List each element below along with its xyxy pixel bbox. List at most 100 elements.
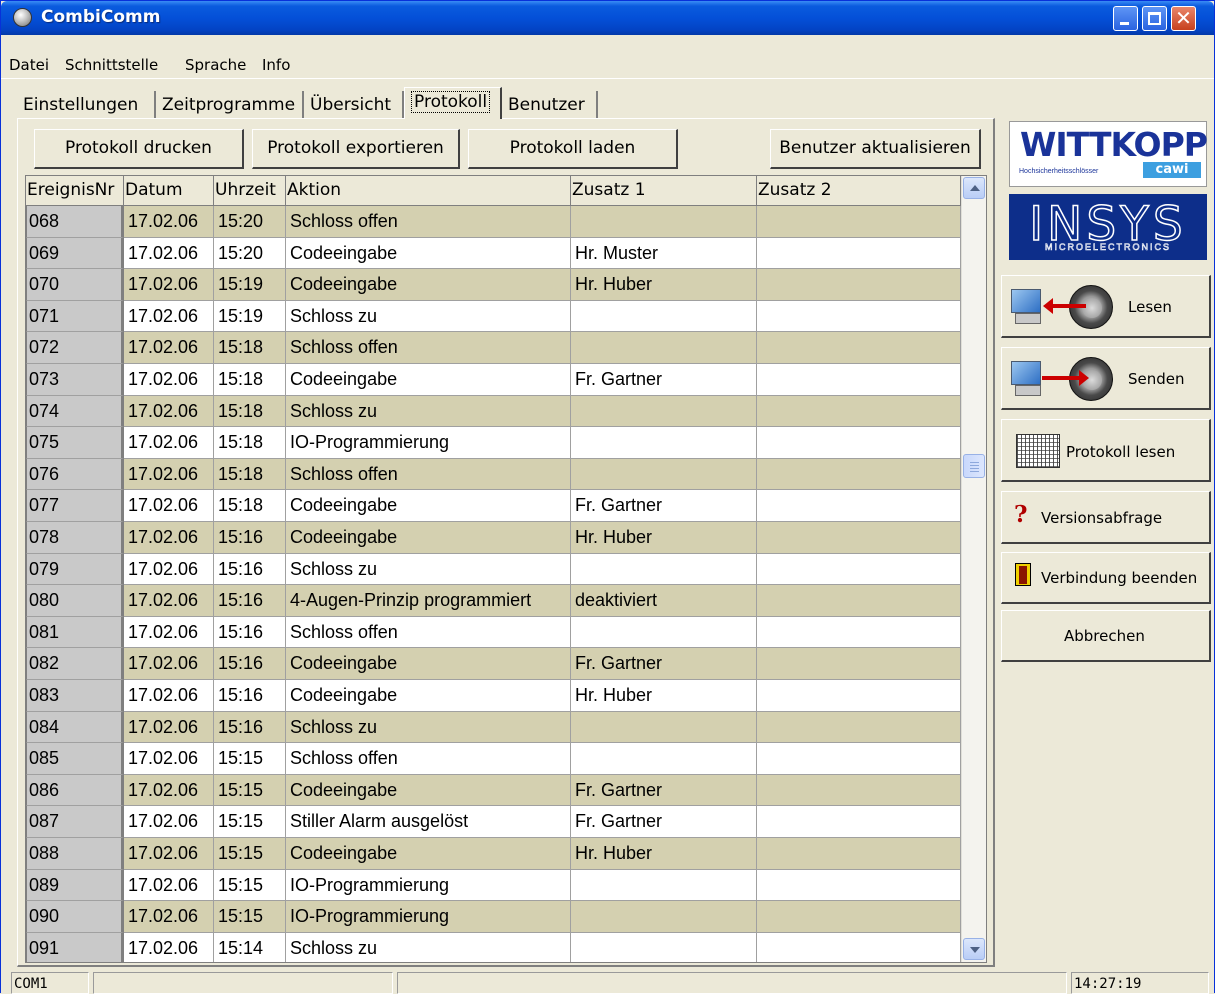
menu-info[interactable]: Info (262, 56, 290, 74)
scroll-thumb[interactable] (963, 454, 985, 478)
table-row[interactable]: 091 17.02.06 15:14 Schloss zu (26, 932, 961, 962)
lesen-label: Lesen (1128, 298, 1172, 316)
verbindung-beenden-button[interactable]: Verbindung beenden (1001, 552, 1211, 604)
cell-uhrzeit: 15:16 (214, 553, 286, 586)
col-header-uhrzeit[interactable]: Uhrzeit (214, 176, 286, 206)
tab-uebersicht[interactable]: Übersicht (304, 91, 404, 119)
menu-schnittstelle[interactable]: Schnittstelle (65, 56, 158, 74)
table-row[interactable]: 089 17.02.06 15:15 IO-Programmierung (26, 869, 961, 902)
cell-zusatz2 (757, 237, 961, 270)
table-row[interactable]: 079 17.02.06 15:16 Schloss zu (26, 553, 961, 586)
table-row[interactable]: 080 17.02.06 15:16 4-Augen-Prinzip programm… (26, 585, 961, 617)
protokoll-laden-button[interactable]: Protokoll laden (468, 129, 678, 169)
cell-datum: 17.02.06 (124, 395, 214, 428)
status-port: COM1 (11, 972, 89, 994)
cell-zusatz2 (757, 427, 961, 459)
table-row[interactable]: 087 17.02.06 15:15 Stiller Alarm ausgelöst F… (26, 806, 961, 838)
protokoll-lesen-button[interactable]: Protokoll lesen (1001, 419, 1211, 482)
cell-ereignisnr: 072 (26, 332, 124, 364)
scroll-down-button[interactable] (963, 938, 985, 960)
col-header-aktion[interactable]: Aktion (286, 176, 571, 206)
menu-sprache[interactable]: Sprache (185, 56, 246, 74)
senden-button[interactable]: Senden (1001, 347, 1211, 410)
col-header-zusatz1[interactable]: Zusatz 1 (571, 176, 757, 206)
cell-zusatz2 (757, 395, 961, 428)
table-row[interactable]: 071 17.02.06 15:19 Schloss zu (26, 300, 961, 333)
table-row[interactable]: 076 17.02.06 15:18 Schloss offen (26, 458, 961, 491)
table-row[interactable]: 082 17.02.06 15:16 Codeeingabe Fr. Gartner (26, 648, 961, 680)
computer-icon (1011, 289, 1045, 325)
menu-datei[interactable]: Datei (9, 56, 49, 74)
table-header: EreignisNr Datum Uhrzeit Aktion Zusatz 1… (26, 176, 961, 206)
tab-zeitprogramme[interactable]: Zeitprogramme (156, 91, 304, 119)
cell-uhrzeit: 15:18 (214, 364, 286, 396)
cell-ereignisnr: 083 (26, 680, 124, 712)
table-row[interactable]: 086 17.02.06 15:15 Codeeingabe Fr. Gartner (26, 774, 961, 807)
vertical-scrollbar[interactable] (961, 176, 986, 962)
cell-datum: 17.02.06 (124, 553, 214, 586)
cell-uhrzeit: 15:16 (214, 680, 286, 712)
cell-ereignisnr: 076 (26, 458, 124, 491)
close-button[interactable]: ✕ (1171, 6, 1196, 31)
table-row[interactable]: 074 17.02.06 15:18 Schloss zu (26, 395, 961, 428)
table-row[interactable]: 081 17.02.06 15:16 Schloss offen (26, 616, 961, 649)
lesen-button[interactable]: Lesen (1001, 275, 1211, 338)
wittkopp-logo: WITTKOPP Hochsicherheitsschlösser cawi (1009, 121, 1208, 187)
table-row[interactable]: 075 17.02.06 15:18 IO-Programmierung (26, 427, 961, 459)
col-header-zusatz2[interactable]: Zusatz 2 (757, 176, 961, 206)
table-row[interactable]: 068 17.02.06 15:20 Schloss offen (26, 206, 961, 238)
cell-zusatz1 (571, 743, 757, 775)
minimize-button[interactable] (1113, 6, 1138, 31)
cell-zusatz2 (757, 364, 961, 396)
table-row[interactable]: 090 17.02.06 15:15 IO-Programmierung (26, 901, 961, 933)
cell-datum: 17.02.06 (124, 869, 214, 902)
table-row[interactable]: 073 17.02.06 15:18 Codeeingabe Fr. Gartner (26, 364, 961, 396)
log-table-icon (1016, 434, 1060, 468)
cell-aktion: IO-Programmierung (286, 901, 571, 933)
cell-aktion: Schloss zu (286, 711, 571, 744)
col-header-ereignisnr[interactable]: EreignisNr (26, 176, 124, 206)
benutzer-aktualisieren-button[interactable]: Benutzer aktualisieren (770, 129, 981, 169)
title-bar[interactable]: CombiComm ✕ (1, 1, 1214, 35)
tab-einstellungen[interactable]: Einstellungen (17, 91, 156, 119)
tab-benutzer[interactable]: Benutzer (502, 91, 598, 119)
cell-zusatz2 (757, 869, 961, 902)
cell-ereignisnr: 077 (26, 490, 124, 522)
cell-zusatz1: Fr. Gartner (571, 490, 757, 522)
scroll-up-button[interactable] (963, 177, 985, 199)
protokoll-exportieren-button[interactable]: Protokoll exportieren (252, 129, 460, 169)
maximize-icon (1148, 12, 1161, 25)
versionsabfrage-button[interactable]: ? Versionsabfrage (1001, 491, 1211, 544)
table-row[interactable]: 069 17.02.06 15:20 Codeeingabe Hr. Muster (26, 237, 961, 270)
abbrechen-button[interactable]: Abbrechen (1001, 610, 1211, 662)
table-row[interactable]: 070 17.02.06 15:19 Codeeingabe Hr. Huber (26, 269, 961, 301)
cell-datum: 17.02.06 (124, 206, 214, 238)
table-row[interactable]: 085 17.02.06 15:15 Schloss offen (26, 743, 961, 775)
cell-aktion: IO-Programmierung (286, 869, 571, 902)
table-row[interactable]: 072 17.02.06 15:18 Schloss offen (26, 332, 961, 364)
cell-datum: 17.02.06 (124, 427, 214, 459)
protokoll-drucken-button[interactable]: Protokoll drucken (34, 129, 244, 169)
tab-protokoll[interactable]: Protokoll (404, 87, 502, 119)
cell-ereignisnr: 070 (26, 269, 124, 301)
table-row[interactable]: 078 17.02.06 15:16 Codeeingabe Hr. Huber (26, 522, 961, 554)
table-row[interactable]: 083 17.02.06 15:16 Codeeingabe Hr. Huber (26, 680, 961, 712)
cell-zusatz1: Hr. Huber (571, 680, 757, 712)
chevron-up-icon (970, 185, 980, 191)
cell-zusatz1 (571, 711, 757, 744)
table-row[interactable]: 084 17.02.06 15:16 Schloss zu (26, 711, 961, 744)
table-row[interactable]: 077 17.02.06 15:18 Codeeingabe Fr. Gartner (26, 490, 961, 522)
col-header-datum[interactable]: Datum (124, 176, 214, 206)
cell-zusatz1 (571, 932, 757, 962)
cell-aktion: Schloss offen (286, 206, 571, 238)
table-row[interactable]: 088 17.02.06 15:15 Codeeingabe Hr. Huber (26, 838, 961, 870)
cell-uhrzeit: 15:20 (214, 237, 286, 270)
maximize-button[interactable] (1142, 6, 1167, 31)
status-panel-3 (397, 972, 1067, 994)
protokoll-table[interactable]: EreignisNr Datum Uhrzeit Aktion Zusatz 1… (25, 175, 987, 963)
cell-zusatz2 (757, 206, 961, 238)
cell-zusatz2 (757, 774, 961, 807)
cell-ereignisnr: 078 (26, 522, 124, 554)
cell-datum: 17.02.06 (124, 585, 214, 617)
grip-icon (970, 462, 979, 463)
